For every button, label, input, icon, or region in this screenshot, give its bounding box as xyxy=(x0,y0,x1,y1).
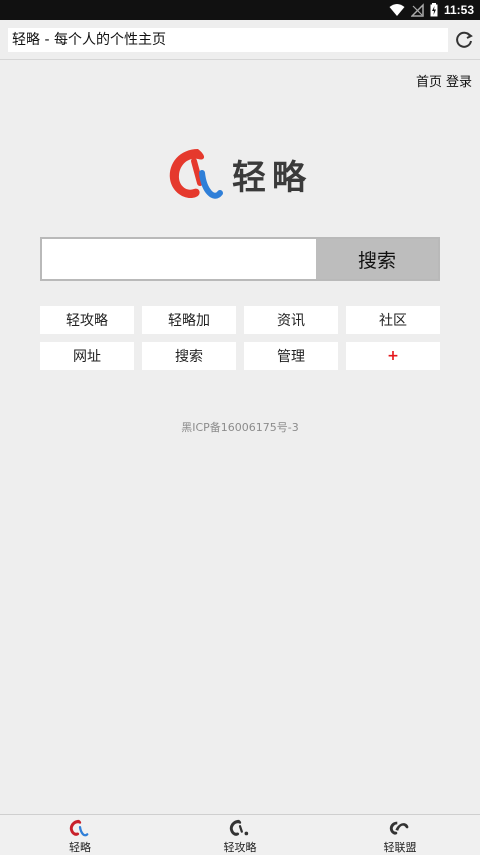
nav-item-qinggonglue[interactable]: 轻攻略 xyxy=(160,815,320,855)
battery-charging-icon xyxy=(430,3,438,17)
qinglianmeng-logo-icon xyxy=(389,821,409,835)
address-field[interactable]: 轻略 - 每个人的个性主页 xyxy=(8,28,448,52)
nav-label: 轻略 xyxy=(69,841,91,854)
search-button[interactable]: 搜索 xyxy=(316,239,438,279)
status-time: 11:53 xyxy=(443,3,474,17)
status-icons: 11:53 xyxy=(389,2,474,18)
qinggonglue-logo-icon xyxy=(229,819,249,836)
quick-link-community[interactable]: 社区 xyxy=(346,306,440,334)
icp-record: 黑ICP备16006175号-3 xyxy=(181,421,299,434)
login-link[interactable]: 登录 xyxy=(446,71,472,90)
quick-link-manage[interactable]: 管理 xyxy=(244,342,338,370)
quick-link-websites[interactable]: 网址 xyxy=(40,342,134,370)
quick-link-search[interactable]: 搜索 xyxy=(142,342,236,370)
home-link[interactable]: 首页 xyxy=(416,71,442,90)
quick-link-news[interactable]: 资讯 xyxy=(244,306,338,334)
top-links: 首页 登录 xyxy=(416,71,472,90)
no-signal-icon xyxy=(410,3,424,17)
nav-item-qinglue[interactable]: 轻略 xyxy=(0,815,160,855)
bottom-nav: 轻略 轻攻略 轻联盟 xyxy=(0,814,480,855)
status-bar: 11:53 xyxy=(0,0,480,20)
logo-text: 轻略 xyxy=(232,158,312,198)
nav-label: 轻联盟 xyxy=(383,841,417,854)
nav-label: 轻攻略 xyxy=(223,841,257,854)
quick-link-qinggonglue[interactable]: 轻攻略 xyxy=(40,306,134,334)
search-box: 搜索 xyxy=(40,237,440,281)
quick-links-grid: 轻攻略 轻略加 资讯 社区 网址 搜索 管理 + xyxy=(40,306,440,370)
wifi-icon xyxy=(389,4,405,16)
nav-item-qinglianmeng[interactable]: 轻联盟 xyxy=(320,815,480,855)
quick-link-qingluejia[interactable]: 轻略加 xyxy=(142,306,236,334)
quick-link-add[interactable]: + xyxy=(346,342,440,370)
address-bar: 轻略 - 每个人的个性主页 xyxy=(0,20,480,60)
search-input[interactable] xyxy=(42,239,316,279)
refresh-icon[interactable] xyxy=(453,29,475,51)
qinglue-logo-icon xyxy=(69,819,89,837)
